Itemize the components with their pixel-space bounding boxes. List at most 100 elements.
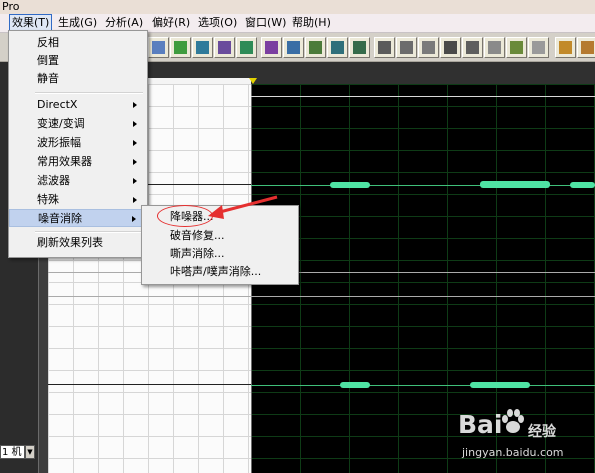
toolbar-button-19[interactable]: [555, 37, 576, 58]
submenu-item-label: 咔嗒声/噗声消除...: [170, 265, 262, 278]
menu-item-common-effects[interactable]: 常用效果器: [9, 153, 147, 171]
waveform-center-line: [251, 385, 595, 386]
menu-item-label: 静音: [37, 72, 59, 85]
tool-icon: [265, 41, 278, 54]
tool-icon: [331, 41, 344, 54]
submenu-item-label: 嘶声消除...: [170, 247, 225, 260]
submenu-arrow-icon: [133, 159, 137, 165]
submenu-item-click-pop-eliminator[interactable]: 咔嗒声/噗声消除...: [142, 263, 298, 281]
menu-analyze[interactable]: 分析(A): [103, 15, 145, 31]
toolbar-button-5[interactable]: [236, 37, 257, 58]
menu-item-label: 噪音消除: [38, 212, 82, 225]
toolbar-button-4[interactable]: [214, 37, 235, 58]
menu-preferences[interactable]: 偏好(R): [150, 15, 192, 31]
menu-item-label: 特殊: [37, 193, 59, 206]
menu-item-silence[interactable]: 静音: [9, 70, 147, 88]
submenu-arrow-icon: [133, 140, 137, 146]
menu-item-refresh-effects[interactable]: 刷新效果列表: [9, 234, 147, 252]
waveform-selected[interactable]: [251, 84, 595, 473]
toolbar-button-15[interactable]: [462, 37, 483, 58]
toolbar-button-13[interactable]: [418, 37, 439, 58]
submenu-item-label: 破音修复...: [170, 229, 225, 242]
chevron-down-icon[interactable]: ▼: [25, 445, 35, 459]
menu-item-reverse[interactable]: 倒置: [9, 52, 147, 70]
menu-item-filters[interactable]: 滤波器: [9, 172, 147, 190]
menu-item-label: 反相: [37, 36, 59, 49]
submenu-item-hiss-reduction[interactable]: 嘶声消除...: [142, 245, 298, 263]
watermark-logo-cn: 经验: [528, 424, 556, 440]
menu-item-invert[interactable]: 反相: [9, 34, 147, 52]
toolbar-button-6[interactable]: [261, 37, 282, 58]
tool-icon: [510, 41, 523, 54]
toolbar-button-3[interactable]: [192, 37, 213, 58]
tool-icon: [353, 41, 366, 54]
menu-item-special[interactable]: 特殊: [9, 191, 147, 209]
submenu-arrow-icon: [133, 121, 137, 127]
menu-item-label: 滤波器: [37, 174, 70, 187]
menu-options[interactable]: 选项(O): [196, 15, 239, 31]
toolbar-button-10[interactable]: [349, 37, 370, 58]
tool-icon: [400, 41, 413, 54]
toolbar-button-17[interactable]: [506, 37, 527, 58]
menu-item-label: 倒置: [37, 54, 59, 67]
waveform-segment: [480, 181, 550, 188]
menu-help[interactable]: 帮助(H): [290, 15, 333, 31]
toolbar-button-1[interactable]: [148, 37, 169, 58]
tool-icon: [218, 41, 231, 54]
toolbar-button-2[interactable]: [170, 37, 191, 58]
watermark-logo: Bai: [458, 410, 503, 439]
toolbar-button-8[interactable]: [305, 37, 326, 58]
tool-icon: [378, 41, 391, 54]
submenu-arrow-icon: [133, 197, 137, 203]
menu-window[interactable]: 窗口(W): [243, 15, 288, 31]
menu-item-noise-reduction[interactable]: 噪音消除: [9, 209, 147, 227]
menu-separator: [35, 231, 143, 233]
tool-icon: [196, 41, 209, 54]
channel-top-line: [251, 96, 595, 97]
toolbar-button-16[interactable]: [484, 37, 505, 58]
waveform-segment: [330, 182, 370, 188]
waveform-segment: [470, 382, 530, 388]
tool-icon: [240, 41, 253, 54]
tool-icon: [174, 41, 187, 54]
menu-item-label: DirectX: [37, 98, 78, 111]
submenu-item-clip-restoration[interactable]: 破音修复...: [142, 227, 298, 245]
window-title: Pro: [2, 0, 20, 13]
effects-menu: 反相 倒置 静音 DirectX 变速/变调 波形振幅 常用效果器 滤波器 特殊…: [8, 30, 148, 258]
menu-item-time-pitch[interactable]: 变速/变调: [9, 115, 147, 133]
paw-icon: [502, 409, 524, 433]
menu-item-label: 刷新效果列表: [37, 236, 103, 249]
tool-icon: [444, 41, 457, 54]
toolbar-button-18[interactable]: [528, 37, 549, 58]
waveform-segment: [340, 382, 370, 388]
toolbar-button-20[interactable]: [577, 37, 595, 58]
toolbar-button-7[interactable]: [283, 37, 304, 58]
zoom-select[interactable]: 1 机: [0, 445, 25, 459]
menu-item-label: 常用效果器: [37, 155, 92, 168]
menu-item-label: 变速/变调: [37, 117, 85, 130]
toolbar-button-12[interactable]: [396, 37, 417, 58]
tool-icon: [581, 41, 594, 54]
tool-icon: [309, 41, 322, 54]
menu-separator: [35, 92, 143, 94]
title-bar: Pro: [0, 0, 595, 14]
tool-icon: [152, 41, 165, 54]
submenu-arrow-icon: [133, 178, 137, 184]
watermark-url: jingyan.baidu.com: [462, 446, 564, 459]
menu-item-amplitude[interactable]: 波形振幅: [9, 134, 147, 152]
toolbar-button-14[interactable]: [440, 37, 461, 58]
tool-icon: [466, 41, 479, 54]
waveform-segment: [570, 182, 595, 188]
menu-item-label: 波形振幅: [37, 136, 81, 149]
menu-item-directx[interactable]: DirectX: [9, 96, 147, 114]
tool-icon: [532, 41, 545, 54]
toolbar-button-9[interactable]: [327, 37, 348, 58]
menu-generate[interactable]: 生成(G): [56, 15, 99, 31]
tool-icon: [488, 41, 501, 54]
toolbar-button-11[interactable]: [374, 37, 395, 58]
submenu-arrow-icon: [132, 216, 136, 222]
waveform-center-line: [48, 384, 251, 385]
annotation-arrow-icon: [208, 195, 278, 219]
tool-icon: [422, 41, 435, 54]
submenu-arrow-icon: [133, 102, 137, 108]
